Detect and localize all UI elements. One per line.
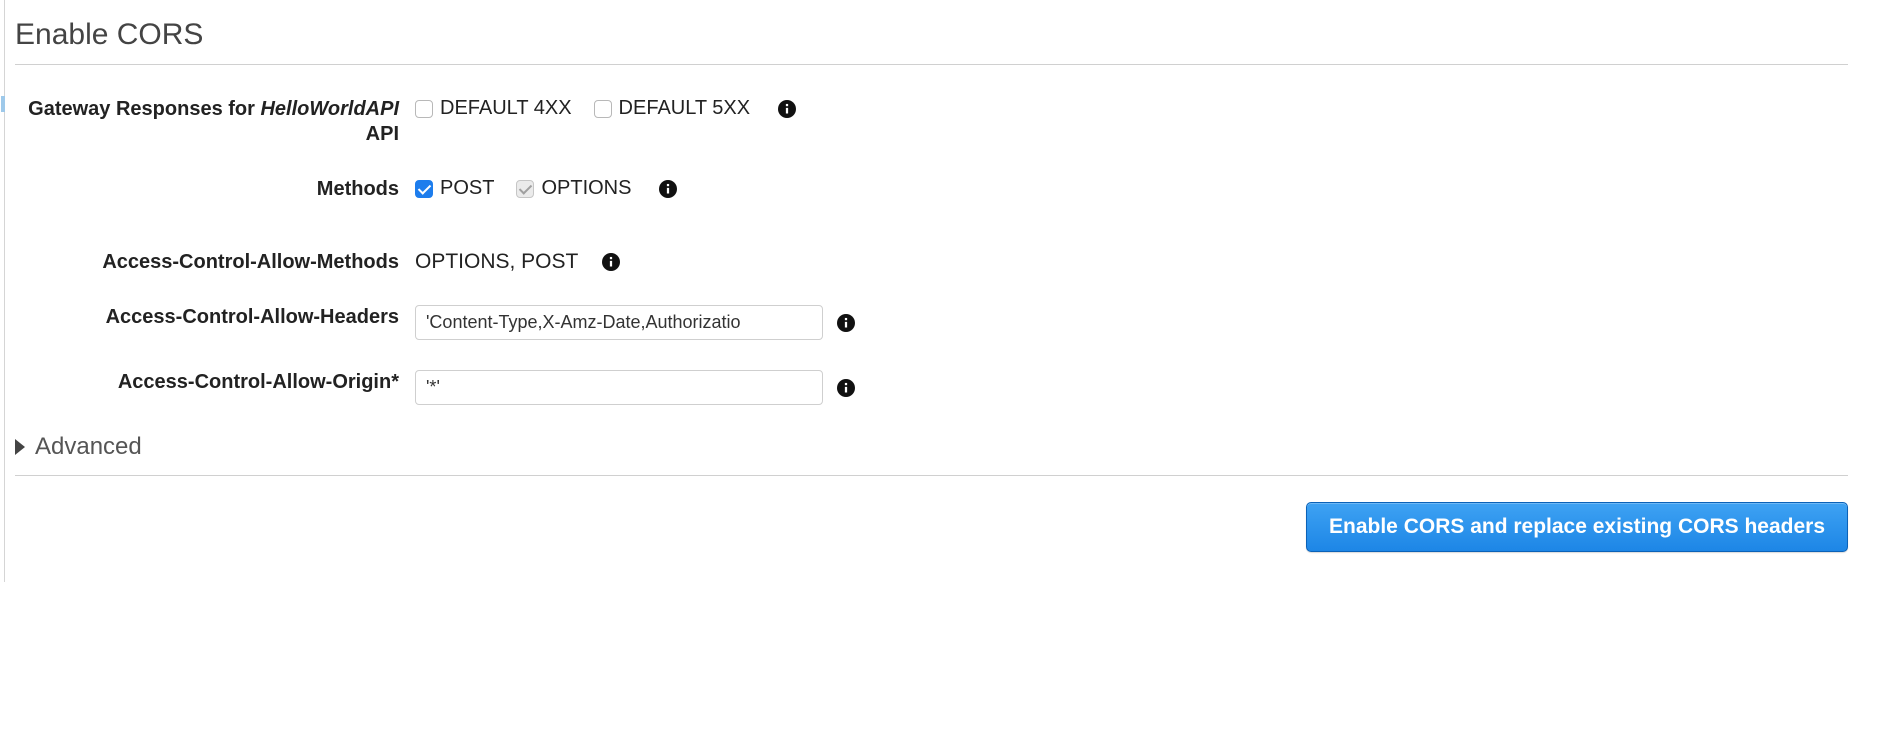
label-allow-headers: Access-Control-Allow-Headers	[15, 303, 415, 330]
info-icon[interactable]	[837, 379, 855, 397]
checkbox-default-4xx-label: DEFAULT 4XX	[440, 97, 572, 120]
input-allow-origin[interactable]	[415, 370, 823, 405]
checkbox-default-5xx[interactable]	[594, 100, 612, 118]
row-allow-headers: Access-Control-Allow-Headers	[15, 303, 1848, 340]
row-allow-origin: Access-Control-Allow-Origin*	[15, 368, 1848, 405]
info-icon[interactable]	[778, 100, 796, 118]
checkbox-default-5xx-wrap[interactable]: DEFAULT 5XX	[594, 97, 751, 120]
row-gateway-responses: Gateway Responses for HelloWorldAPI API …	[15, 95, 1848, 147]
label-gateway-responses: Gateway Responses for HelloWorldAPI API	[15, 95, 415, 147]
checkbox-method-post-label: POST	[440, 177, 494, 200]
advanced-label: Advanced	[35, 433, 142, 461]
row-allow-methods: Access-Control-Allow-Methods OPTIONS, PO…	[15, 248, 1848, 275]
checkbox-method-options	[516, 180, 534, 198]
value-allow-methods: OPTIONS, POST	[415, 250, 578, 274]
label-methods: Methods	[15, 175, 415, 202]
checkbox-method-options-wrap: OPTIONS	[516, 177, 631, 200]
info-icon[interactable]	[837, 314, 855, 332]
row-methods: Methods POST OPTIONS	[15, 175, 1848, 202]
checkbox-default-5xx-label: DEFAULT 5XX	[619, 97, 751, 120]
page-title: Enable CORS	[15, 18, 1848, 52]
checkbox-method-post-wrap[interactable]: POST	[415, 177, 494, 200]
info-icon[interactable]	[659, 180, 677, 198]
label-api-name: HelloWorldAPI	[260, 98, 399, 120]
checkbox-method-options-label: OPTIONS	[541, 177, 631, 200]
label-gateway-responses-prefix: Gateway Responses for	[28, 98, 260, 120]
info-icon[interactable]	[602, 253, 620, 271]
label-allow-methods: Access-Control-Allow-Methods	[15, 248, 415, 275]
checkbox-method-post[interactable]	[415, 180, 433, 198]
label-allow-origin: Access-Control-Allow-Origin*	[15, 368, 415, 395]
label-gateway-responses-suffix: API	[366, 123, 399, 145]
advanced-toggle[interactable]: Advanced	[15, 433, 1848, 461]
input-allow-headers[interactable]	[415, 305, 823, 340]
chevron-right-icon	[15, 439, 25, 455]
checkbox-default-4xx-wrap[interactable]: DEFAULT 4XX	[415, 97, 572, 120]
checkbox-default-4xx[interactable]	[415, 100, 433, 118]
enable-cors-button[interactable]: Enable CORS and replace existing CORS he…	[1306, 502, 1848, 552]
